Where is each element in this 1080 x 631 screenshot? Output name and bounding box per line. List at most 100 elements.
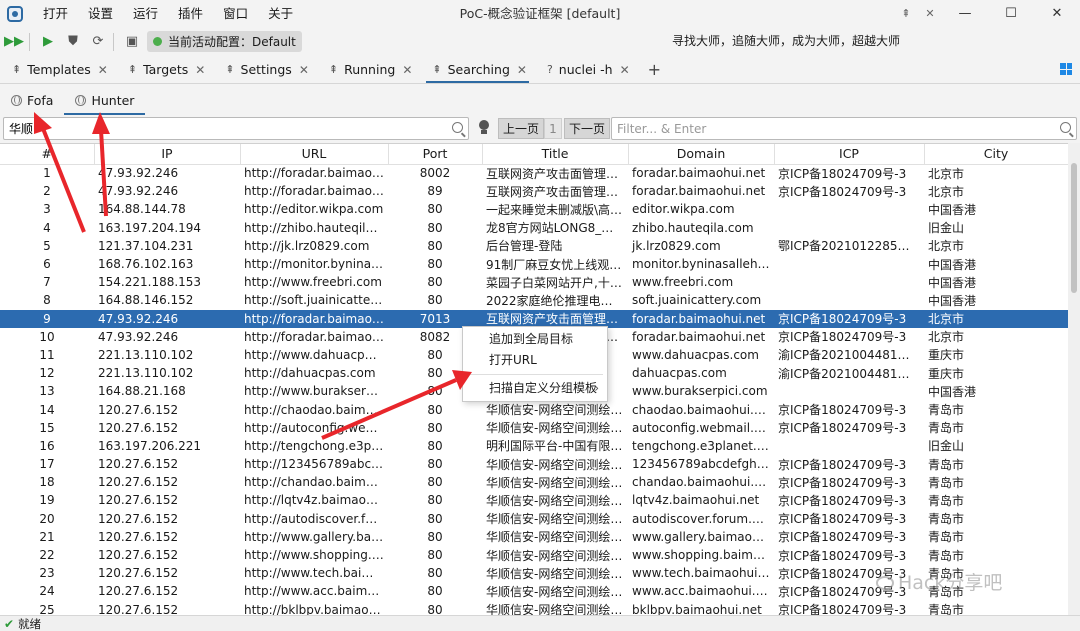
table-row[interactable]: 14120.27.6.152http://chaodao.baimaohui..… bbox=[0, 400, 1068, 418]
scrollbar-thumb[interactable] bbox=[1071, 163, 1077, 293]
cell-icp[interactable]: 京ICP备18024709号-3 bbox=[774, 473, 924, 491]
cell-url[interactable]: http://www.acc.baimaohui... bbox=[240, 582, 388, 600]
cell-city[interactable]: 青岛市 bbox=[924, 510, 1068, 528]
cell-index[interactable]: 11 bbox=[0, 346, 94, 364]
tab-settings[interactable]: ⇞ Settings ✕ bbox=[213, 56, 317, 83]
cell-ip[interactable]: 163.197.204.194 bbox=[94, 219, 240, 237]
cell-city[interactable]: 青岛市 bbox=[924, 491, 1068, 509]
cell-index[interactable]: 6 bbox=[0, 255, 94, 273]
cell-title[interactable]: 菜园子白菜网站开户,十大网... bbox=[482, 273, 628, 291]
cell-index[interactable]: 15 bbox=[0, 419, 94, 437]
cell-index[interactable]: 7 bbox=[0, 273, 94, 291]
cell-url[interactable]: http://lqtv4z.baimaohui.n... bbox=[240, 491, 388, 509]
cell-index[interactable]: 17 bbox=[0, 455, 94, 473]
cell-domain[interactable]: foradar.baimaohui.net bbox=[628, 164, 774, 182]
cell-title[interactable]: 华顺信安-网络空间测绘的... bbox=[482, 455, 628, 473]
cell-ip[interactable]: 221.13.110.102 bbox=[94, 346, 240, 364]
cell-url[interactable]: http://www.dahuacpas.co... bbox=[240, 346, 388, 364]
menu-about[interactable]: 关于 bbox=[258, 0, 303, 28]
cell-url[interactable]: http://foradar.baimaohui.... bbox=[240, 309, 388, 328]
cell-domain[interactable]: www.acc.baimaohui.net bbox=[628, 582, 774, 600]
cell-index[interactable]: 10 bbox=[0, 328, 94, 346]
cell-title[interactable]: 华顺信安-网络空间测绘的... bbox=[482, 601, 628, 615]
cell-index[interactable]: 12 bbox=[0, 364, 94, 382]
table-row[interactable]: 22 120.27.6.152 http://www.shopping.bai...… bbox=[0, 546, 1068, 564]
cell-index[interactable]: 25 bbox=[0, 601, 94, 615]
cell-icp[interactable]: 京ICP备18024709号-3 bbox=[774, 164, 924, 182]
search-icon[interactable] bbox=[1060, 122, 1071, 133]
cell-domain[interactable]: lqtv4z.baimaohui.net bbox=[628, 491, 774, 509]
table-row[interactable]: 6 168.76.102.163 http://monitor.byninasall… bbox=[0, 255, 1068, 273]
cell-index[interactable]: 18 bbox=[0, 473, 94, 491]
cell-index[interactable]: 22 bbox=[0, 546, 94, 564]
cell-port[interactable]: 80 bbox=[388, 564, 482, 582]
cell-icp[interactable]: 京ICP备18024709号-3 bbox=[774, 510, 924, 528]
cell-title[interactable]: 华顺信安-网络空间测绘的... bbox=[482, 510, 628, 528]
cell-icp[interactable] bbox=[774, 273, 924, 291]
cell-ip[interactable]: 121.37.104.231 bbox=[94, 237, 240, 255]
cell-icp[interactable]: 京ICP备18024709号-3 bbox=[774, 419, 924, 437]
lightbulb-icon[interactable] bbox=[478, 120, 490, 136]
cell-port[interactable]: 80 bbox=[388, 510, 482, 528]
cell-port[interactable]: 80 bbox=[388, 473, 482, 491]
cell-title[interactable]: 华顺信安-网络空间测绘的... bbox=[482, 419, 628, 437]
table-row[interactable]: 947.93.92.246http://foradar.baimaohui...… bbox=[0, 309, 1068, 328]
table-row[interactable]: 147.93.92.246http://foradar.baimaohui...… bbox=[0, 164, 1068, 182]
cell-port[interactable]: 80 bbox=[388, 546, 482, 564]
cell-city[interactable]: 中国香港 bbox=[924, 200, 1068, 218]
cell-domain[interactable]: www.tech.baimaohui.net bbox=[628, 564, 774, 582]
cell-index[interactable]: 19 bbox=[0, 491, 94, 509]
cell-title[interactable]: 后台管理-登陆 bbox=[482, 237, 628, 255]
cell-url[interactable]: http://chandao.baimaohu... bbox=[240, 473, 388, 491]
cell-icp[interactable]: 京ICP备18024709号-3 bbox=[774, 400, 924, 418]
cell-city[interactable]: 旧金山 bbox=[924, 437, 1068, 455]
close-tab-icon[interactable]: ✕ bbox=[620, 63, 630, 77]
tab-hunter[interactable]: Hunter bbox=[64, 85, 146, 115]
cell-port[interactable]: 80 bbox=[388, 455, 482, 473]
cell-title[interactable]: 龙8官方网站LONG8_百度... bbox=[482, 219, 628, 237]
close-button[interactable]: ✕ bbox=[1034, 0, 1080, 28]
col-header-domain[interactable]: Domain bbox=[628, 144, 775, 165]
cell-domain[interactable]: zhibo.hauteqila.com bbox=[628, 219, 774, 237]
cell-title[interactable]: 互联网资产攻击面管理平台 bbox=[482, 182, 628, 200]
cell-title[interactable]: 华顺信安-网络空间测绘的... bbox=[482, 564, 628, 582]
query-input[interactable] bbox=[4, 118, 468, 139]
cell-url[interactable]: http://autoconfig.webmai... bbox=[240, 419, 388, 437]
cell-ip[interactable]: 120.27.6.152 bbox=[94, 601, 240, 615]
cell-city[interactable]: 重庆市 bbox=[924, 364, 1068, 382]
col-header-title[interactable]: Title bbox=[482, 144, 629, 165]
table-row[interactable]: 7 154.221.188.153 http://www.freebri.com 80… bbox=[0, 273, 1068, 291]
cell-domain[interactable]: www.dahuacpas.com bbox=[628, 346, 774, 364]
cell-ip[interactable]: 47.93.92.246 bbox=[94, 328, 240, 346]
table-row[interactable]: 18120.27.6.152http://chandao.baimaohu...… bbox=[0, 473, 1068, 491]
cell-domain[interactable]: foradar.baimaohui.net bbox=[628, 328, 774, 346]
cell-port[interactable]: 80 bbox=[388, 237, 482, 255]
save-icon[interactable]: ▣ bbox=[121, 31, 143, 53]
cell-ip[interactable]: 120.27.6.152 bbox=[94, 528, 240, 546]
cell-port[interactable]: 80 bbox=[388, 528, 482, 546]
cell-url[interactable]: http://www.shopping.bai... bbox=[240, 546, 388, 564]
cell-index[interactable]: 4 bbox=[0, 219, 94, 237]
cell-city[interactable]: 中国香港 bbox=[924, 255, 1068, 273]
cell-port[interactable]: 80 bbox=[388, 273, 482, 291]
vertical-scrollbar[interactable] bbox=[1068, 143, 1080, 615]
cell-ip[interactable]: 120.27.6.152 bbox=[94, 491, 240, 509]
menu-item-scan-custom-group[interactable]: 扫描自定义分组模板 › bbox=[463, 378, 607, 399]
tab-running[interactable]: ⇞ Running ✕ bbox=[317, 56, 421, 83]
cell-url[interactable]: http://foradar.baimaohui.... bbox=[240, 182, 388, 200]
cell-ip[interactable]: 168.76.102.163 bbox=[94, 255, 240, 273]
cell-title[interactable]: 华顺信安-网络空间测绘的... bbox=[482, 546, 628, 564]
cell-port[interactable]: 80 bbox=[388, 582, 482, 600]
cell-ip[interactable]: 154.221.188.153 bbox=[94, 273, 240, 291]
cell-domain[interactable]: www.gallery.baimaohui.net bbox=[628, 528, 774, 546]
table-row[interactable]: 17 120.27.6.152 http://123456789abcdef... 8… bbox=[0, 455, 1068, 473]
cell-port[interactable]: 80 bbox=[388, 255, 482, 273]
cell-icp[interactable] bbox=[774, 437, 924, 455]
table-row[interactable]: 247.93.92.246http://foradar.baimaohui...… bbox=[0, 182, 1068, 200]
cell-title[interactable]: 华顺信安-网络空间测绘的... bbox=[482, 582, 628, 600]
cell-icp[interactable]: 京ICP备18024709号-3 bbox=[774, 601, 924, 615]
cell-index[interactable]: 24 bbox=[0, 582, 94, 600]
cell-city[interactable]: 青岛市 bbox=[924, 400, 1068, 418]
cell-index[interactable]: 2 bbox=[0, 182, 94, 200]
cell-port[interactable]: 7013 bbox=[388, 309, 482, 328]
